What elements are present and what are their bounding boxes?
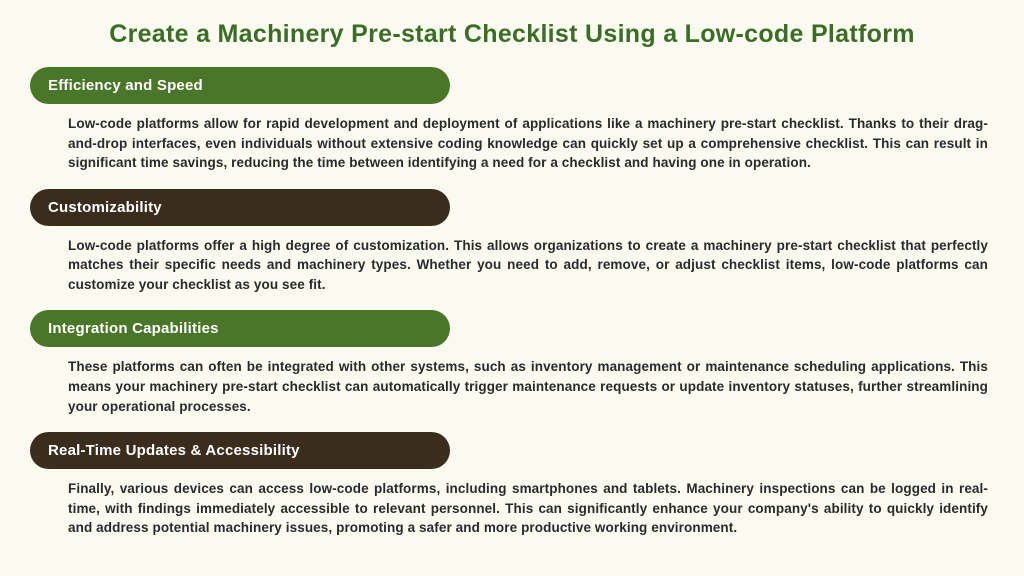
section-heading-pill: Real-Time Updates & Accessibility (30, 432, 450, 469)
section-body: Finally, various devices can access low-… (30, 469, 994, 540)
section-body: Low-code platforms offer a high degree o… (30, 226, 994, 297)
section-integration: Integration Capabilities These platforms… (30, 310, 994, 418)
section-body: These platforms can often be integrated … (30, 347, 994, 418)
section-efficiency: Efficiency and Speed Low-code platforms … (30, 67, 994, 175)
section-body: Low-code platforms allow for rapid devel… (30, 104, 994, 175)
section-heading-pill: Integration Capabilities (30, 310, 450, 347)
section-heading-pill: Efficiency and Speed (30, 67, 450, 104)
section-customizability: Customizability Low-code platforms offer… (30, 189, 994, 297)
section-heading-pill: Customizability (30, 189, 450, 226)
page-title: Create a Machinery Pre-start Checklist U… (30, 20, 994, 49)
section-realtime: Real-Time Updates & Accessibility Finall… (30, 432, 994, 540)
